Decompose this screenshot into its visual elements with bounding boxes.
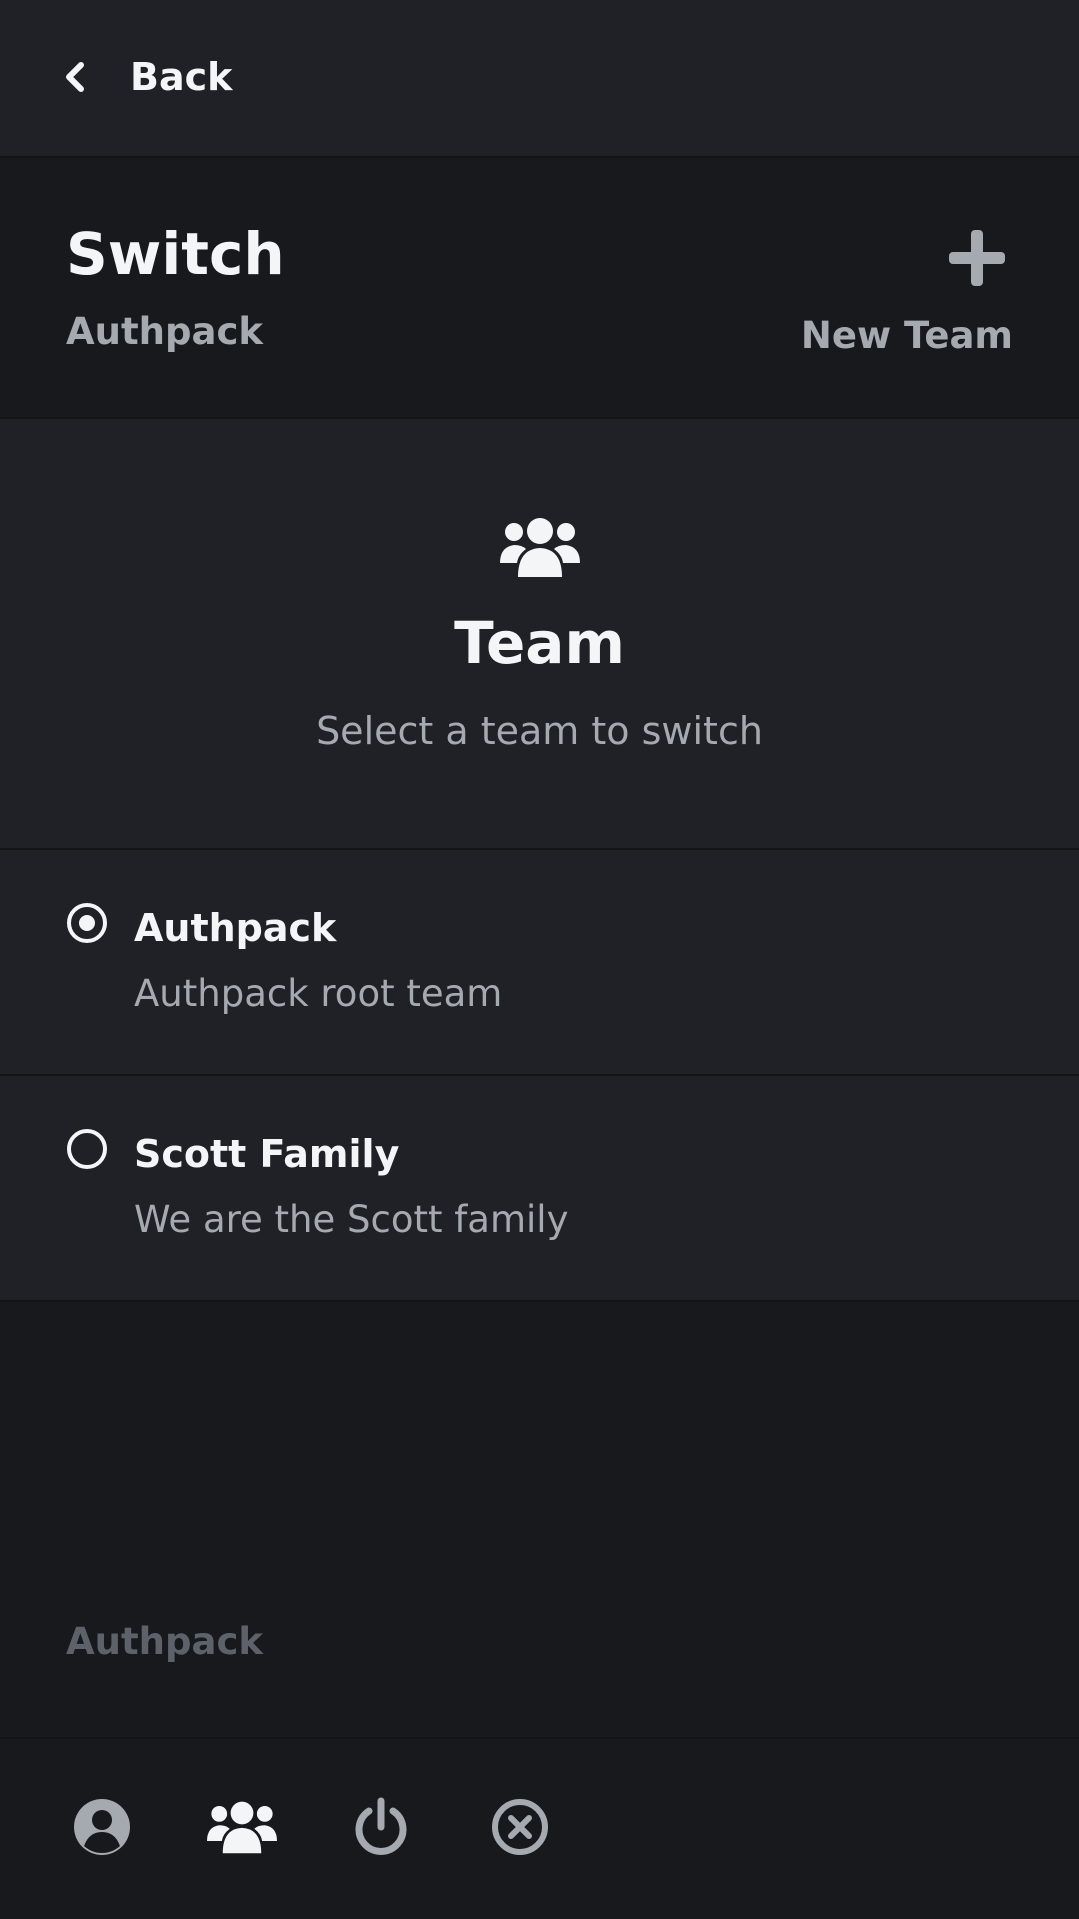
chevron-left-icon xyxy=(56,57,96,97)
team-hero: Team Select a team to switch xyxy=(0,419,1079,850)
nav-profile-button[interactable] xyxy=(72,1799,132,1859)
plus-icon xyxy=(945,226,1009,290)
team-option-scott-family[interactable]: Scott Family We are the Scott family xyxy=(0,1076,1079,1302)
team-name: Scott Family xyxy=(134,1132,400,1176)
team-description: We are the Scott family xyxy=(134,1198,569,1241)
back-button[interactable]: Back xyxy=(56,40,232,114)
close-circle-icon xyxy=(491,1798,549,1860)
hero-subtitle: Select a team to switch xyxy=(316,709,763,753)
page-title: Switch xyxy=(66,220,285,288)
page-subtitle: Authpack xyxy=(66,310,263,353)
team-name: Authpack xyxy=(134,906,337,950)
nav-close-button[interactable] xyxy=(490,1799,550,1859)
top-bar: Back xyxy=(0,0,1079,158)
radio-selected-icon xyxy=(66,902,108,944)
radio-unselected-icon xyxy=(66,1128,108,1170)
new-team-label: New Team xyxy=(800,314,1013,357)
nav-teams-button[interactable] xyxy=(204,1799,280,1859)
team-description: Authpack root team xyxy=(134,972,503,1015)
users-icon xyxy=(205,1799,279,1859)
back-label: Back xyxy=(130,55,233,99)
team-option-authpack[interactable]: Authpack Authpack root team xyxy=(0,850,1079,1076)
footer-brand: Authpack xyxy=(66,1620,263,1663)
screen: Back Switch Authpack New Team Team Selec… xyxy=(0,0,1079,1919)
power-icon xyxy=(351,1797,411,1861)
hero-title: Team xyxy=(454,609,625,677)
nav-logout-button[interactable] xyxy=(350,1797,412,1861)
users-icon xyxy=(498,515,582,579)
page-header: Switch Authpack New Team xyxy=(0,158,1079,419)
user-circle-icon xyxy=(73,1798,131,1860)
bottom-nav xyxy=(0,1737,1079,1919)
new-team-button[interactable]: New Team xyxy=(793,226,1013,376)
